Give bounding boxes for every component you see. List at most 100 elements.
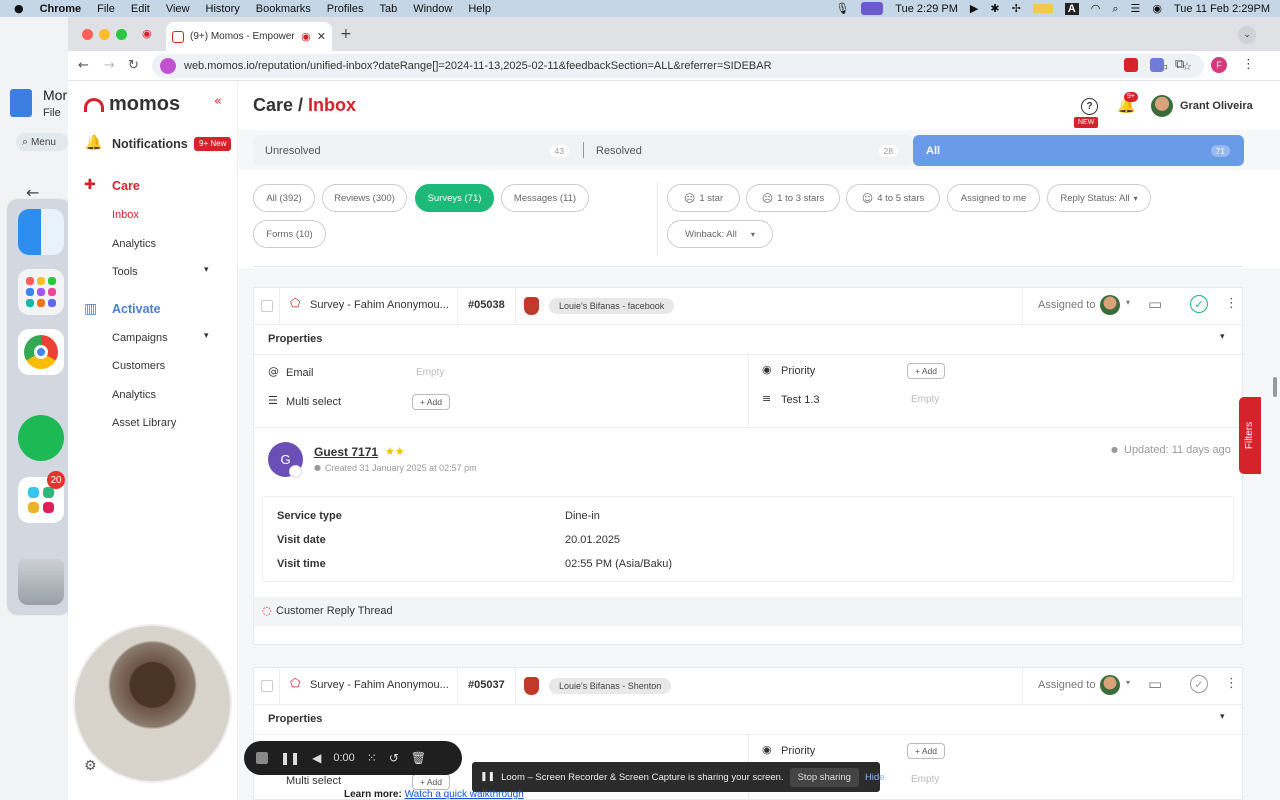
maximize-window-icon[interactable] (116, 29, 127, 40)
battery-icon[interactable] (1032, 4, 1053, 13)
user-name[interactable]: Grant Oliveira (1180, 100, 1253, 112)
webcam-bubble[interactable] (73, 624, 232, 783)
comment-icon[interactable]: ▭ (1148, 675, 1162, 693)
walkthrough-link[interactable]: Watch a quick walkthrough (405, 789, 524, 800)
new-tab-icon[interactable]: + (340, 26, 352, 42)
help-icon[interactable]: ? (1081, 98, 1098, 115)
browser-menu-icon[interactable]: ⋮ (1242, 57, 1255, 72)
wifi-icon[interactable]: ◠ (1091, 2, 1101, 15)
delete-icon[interactable]: 🗑 (411, 751, 426, 765)
multi-select-add-button[interactable]: + Add (412, 774, 450, 790)
collapse-sidebar-icon[interactable]: « (214, 94, 222, 109)
tab-unresolved[interactable]: Unresolved 43 (253, 135, 583, 166)
filter-1-3-stars[interactable]: ☹ 1 to 3 stars (746, 184, 840, 212)
apple-icon[interactable]: ● (14, 2, 24, 15)
menu-tab[interactable]: Tab (379, 3, 397, 15)
recording-icon[interactable]: ◉ (142, 27, 152, 40)
play-icon[interactable]: ▶ (970, 2, 978, 15)
back-icon[interactable]: ← (78, 58, 89, 73)
select-checkbox[interactable] (261, 680, 273, 692)
assignee-avatar[interactable] (1100, 675, 1120, 695)
restart-icon[interactable]: ↺ (389, 751, 399, 765)
input-source-icon[interactable]: A (1064, 2, 1079, 15)
menu-app-name[interactable]: Chrome (40, 3, 82, 15)
filter-winback[interactable]: Winback: All ▾ (667, 220, 773, 248)
more-options-icon[interactable]: ⋮ (1225, 296, 1238, 311)
filter-forms[interactable]: Forms (10) (253, 220, 326, 248)
resolve-check-icon[interactable]: ✓ (1190, 675, 1208, 693)
activate-section[interactable]: Activate (112, 302, 161, 316)
control-center-icon[interactable]: ☰ (1131, 2, 1141, 15)
url-text[interactable]: web.momos.io/reputation/unified-inbox?da… (184, 60, 772, 72)
filter-all[interactable]: All (392) (253, 184, 315, 212)
campaigns-chevron-icon[interactable]: ▾ (204, 331, 209, 341)
trash-icon[interactable] (18, 559, 64, 605)
card-title[interactable]: Survey - Fahim Anonymou... (310, 679, 449, 691)
menu-history[interactable]: History (206, 3, 240, 15)
address-bar[interactable]: web.momos.io/reputation/unified-inbox?da… (152, 54, 1204, 78)
rewind-icon[interactable]: ◀ (312, 751, 321, 765)
menu-file[interactable]: File (97, 3, 115, 15)
pause-icon[interactable]: ❚❚ (280, 751, 300, 765)
siri-icon[interactable]: ◉ (1152, 2, 1162, 15)
menu-profiles[interactable]: Profiles (327, 3, 364, 15)
properties-chevron-icon[interactable]: ▾ (1220, 332, 1225, 342)
test-field-value[interactable]: Empty (911, 394, 939, 405)
chrome-icon[interactable] (18, 329, 64, 375)
reload-icon[interactable]: ↻ (128, 58, 139, 73)
notifications-link[interactable]: Notifications (112, 137, 188, 151)
sidebar-item-asset-library[interactable]: Asset Library (112, 417, 176, 429)
stop-sharing-button[interactable]: Stop sharing (789, 767, 859, 787)
sidebar-item-care-analytics[interactable]: Analytics (112, 238, 156, 250)
settings-gear-icon[interactable]: ⚙ (84, 758, 97, 774)
test-field-value[interactable]: Empty (911, 774, 939, 785)
sidebar-item-activate-analytics[interactable]: Analytics (112, 389, 156, 401)
assignee-avatar[interactable] (1100, 295, 1120, 315)
breadcrumb-parent[interactable]: Care / (253, 95, 303, 116)
location-tag[interactable]: Louie's Bifanas - Shenton (549, 678, 672, 694)
sidebar-item-inbox[interactable]: Inbox (112, 209, 139, 221)
multi-select-add-button[interactable]: + Add (412, 394, 450, 410)
location-tag[interactable]: Louie's Bifanas - facebook (549, 298, 675, 314)
hide-sharing-bar-button[interactable]: Hide (865, 772, 885, 783)
menu-edit[interactable]: Edit (131, 3, 150, 15)
finder-icon[interactable] (18, 209, 64, 255)
menu-datetime[interactable]: Tue 11 Feb 2:29PM (1174, 3, 1270, 15)
menu-view[interactable]: View (166, 3, 190, 15)
filter-reply-status[interactable]: Reply Status: All ▾ (1047, 184, 1151, 212)
background-search[interactable]: ⌕ Menu (16, 133, 68, 151)
filter-1-star[interactable]: ☹ 1 star (667, 184, 740, 212)
filters-side-tab[interactable]: Filters (1239, 397, 1261, 474)
filter-reviews[interactable]: Reviews (300) (322, 184, 407, 212)
priority-add-button[interactable]: + Add (907, 743, 945, 759)
fan-icon[interactable]: ✢ (1012, 2, 1021, 15)
extension-momos-icon[interactable] (1124, 58, 1138, 72)
filter-assigned-to-me[interactable]: Assigned to me (947, 184, 1040, 212)
launchpad-icon[interactable] (18, 269, 64, 315)
close-window-icon[interactable] (82, 29, 93, 40)
card-title[interactable]: Survey - Fahim Anonymou... (310, 299, 449, 311)
guest-name-link[interactable]: Guest 7171 (314, 445, 378, 459)
email-value[interactable]: Empty (416, 367, 444, 378)
grid-icon[interactable]: ⁙ (367, 751, 377, 765)
spotify-icon[interactable] (18, 415, 64, 461)
browser-tab[interactable]: (9+) Momos - Empower y ◉ ✕ (166, 22, 332, 51)
tools-chevron-icon[interactable]: ▾ (204, 265, 209, 275)
filter-4-5-stars[interactable]: ☺ 4 to 5 stars (846, 184, 940, 212)
menu-clock[interactable]: Tue 2:29 PM (895, 3, 958, 15)
sidebar-item-customers[interactable]: Customers (112, 360, 165, 372)
resolve-check-icon[interactable]: ✓ (1190, 295, 1208, 313)
scrollbar-thumb[interactable] (1273, 377, 1277, 397)
tab-search-icon[interactable]: ⌄ (1238, 26, 1256, 44)
spotlight-icon[interactable]: ⌕ (1112, 2, 1118, 16)
menu-help[interactable]: Help (468, 3, 491, 15)
menu-window[interactable]: Window (413, 3, 452, 15)
filter-surveys[interactable]: Surveys (71) (415, 184, 494, 212)
select-checkbox[interactable] (261, 300, 273, 312)
extensions-puzzle-icon[interactable]: ⧉ (1175, 57, 1184, 72)
filter-messages[interactable]: Messages (11) (501, 184, 589, 212)
screen-share-icon[interactable] (861, 2, 884, 15)
card-id[interactable]: #05038 (468, 299, 505, 311)
more-options-icon[interactable]: ⋮ (1225, 676, 1238, 691)
priority-add-button[interactable]: + Add (907, 363, 945, 379)
